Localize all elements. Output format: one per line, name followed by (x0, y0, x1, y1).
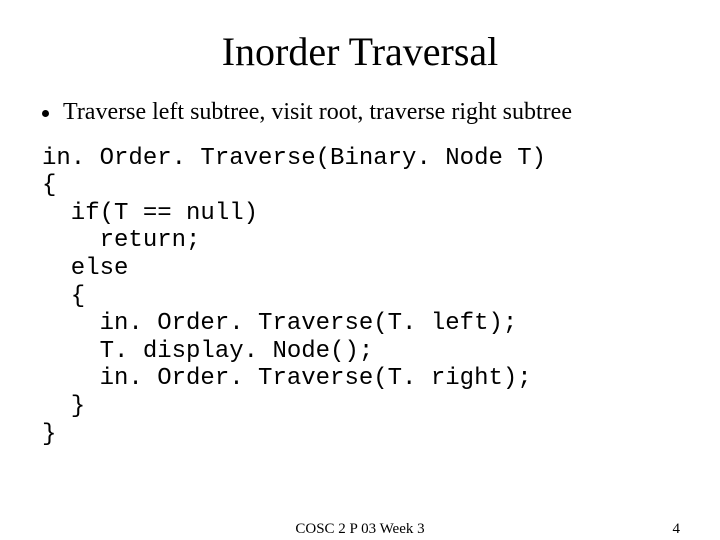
bullet-item: Traverse left subtree, visit root, trave… (42, 99, 678, 127)
footer-course: COSC 2 P 03 Week 3 (0, 521, 720, 538)
slide: Inorder Traversal Traverse left subtree,… (0, 28, 720, 540)
footer-page-number: 4 (673, 521, 681, 538)
code-block: in. Order. Traverse(Binary. Node T) { if… (0, 145, 720, 449)
bullet-list: Traverse left subtree, visit root, trave… (0, 99, 720, 127)
slide-title: Inorder Traversal (0, 28, 720, 75)
bullet-dot-icon (42, 110, 49, 117)
bullet-text: Traverse left subtree, visit root, trave… (63, 99, 678, 127)
